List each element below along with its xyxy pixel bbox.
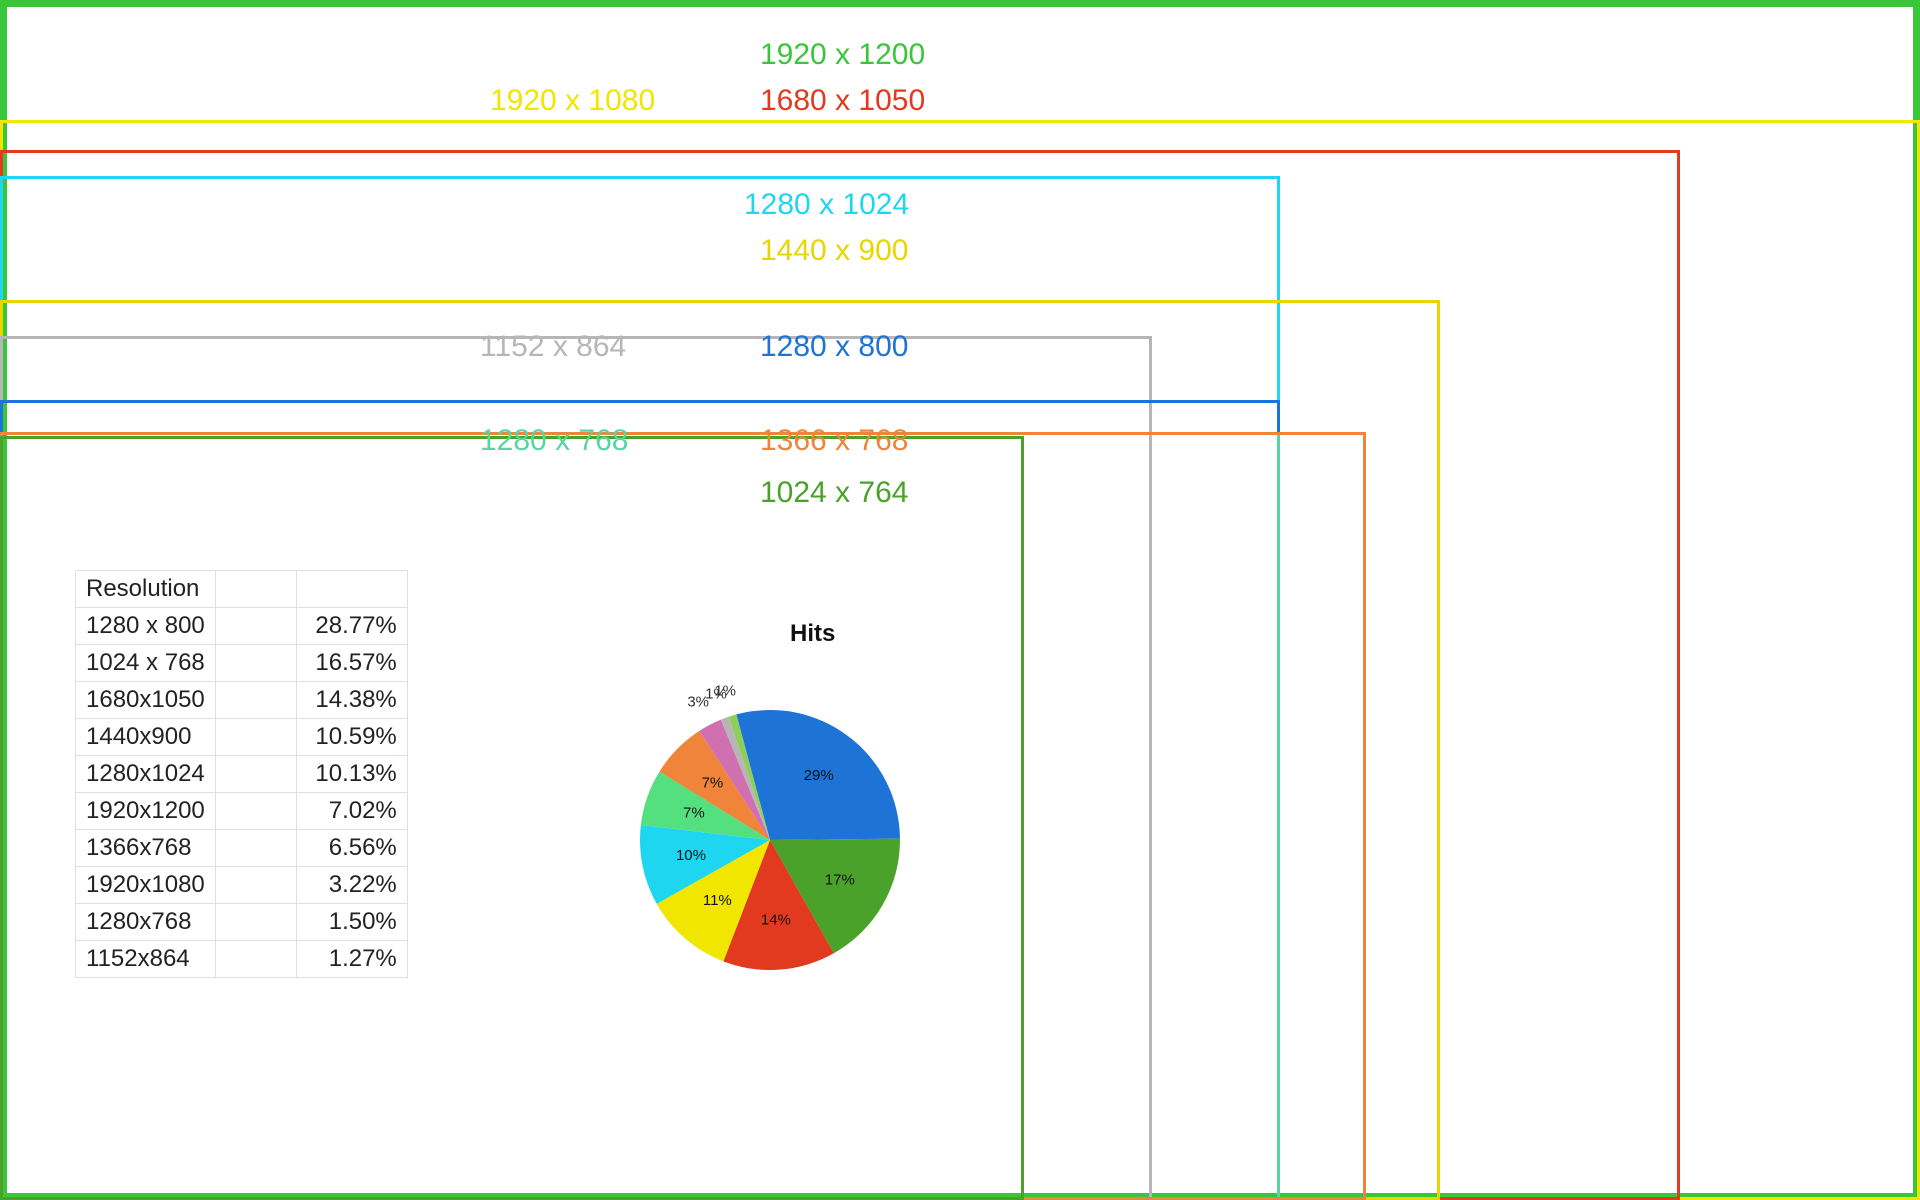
res-label-1680x1050: 1680 x 1050 <box>760 86 925 116</box>
res-label-1024x764: 1024 x 764 <box>760 478 908 508</box>
res-label-1280x1024: 1280 x 1024 <box>744 190 909 220</box>
res-label-1440x900: 1440 x 900 <box>760 236 908 266</box>
res-label-1366x768: 1366 x 768 <box>760 426 908 456</box>
res-label-1280x768: 1280 x 768 <box>480 426 628 456</box>
resolution-diagram: 1920 x 1200 1920 x 1080 1680 x 1050 1280 x … <box>0 0 1920 1200</box>
res-label-1920x1080: 1920 x 1080 <box>490 86 655 116</box>
res-label-1152x864: 1152 x 864 <box>480 332 626 362</box>
res-label-1280x800: 1280 x 800 <box>760 332 908 362</box>
res-label-1920x1200: 1920 x 1200 <box>760 40 925 70</box>
res-box-1024x764 <box>0 436 1024 1200</box>
